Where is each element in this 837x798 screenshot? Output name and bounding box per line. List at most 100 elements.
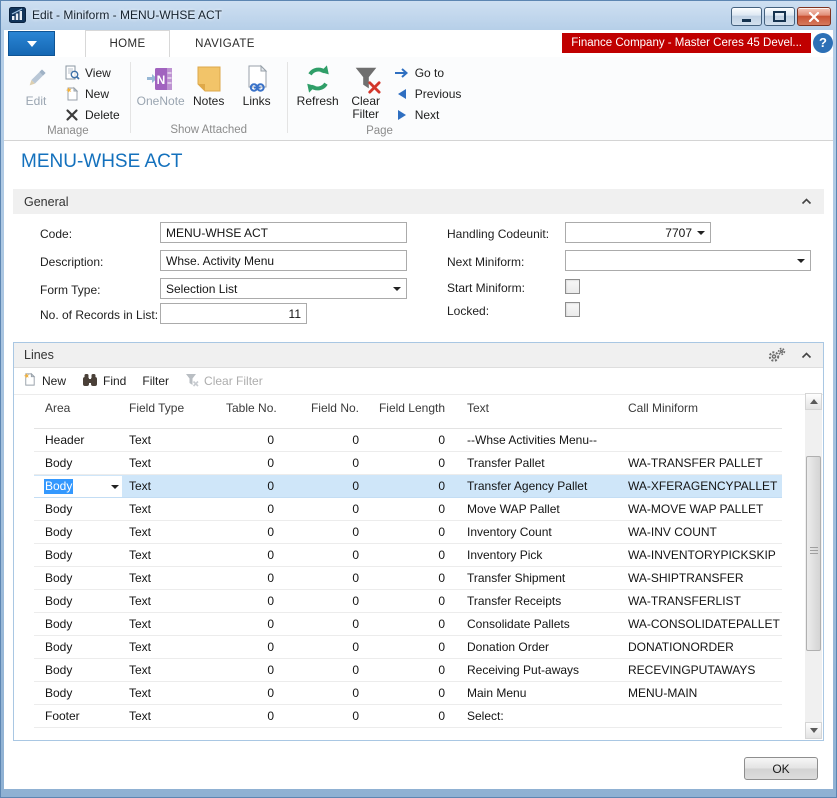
next-miniform-combobox[interactable] — [565, 250, 811, 271]
ok-button[interactable]: OK — [744, 757, 818, 780]
table-row[interactable]: FooterText000Select: — [34, 705, 782, 728]
settings-gears-icon[interactable] — [767, 347, 787, 363]
view-label: View — [85, 66, 111, 80]
column-header-field-length[interactable]: Field Length — [367, 395, 453, 428]
handling-codeunit-combobox[interactable]: 7707 — [565, 222, 711, 243]
cell-field-length: 0 — [367, 682, 453, 704]
cell-call-miniform: WA-SHIPTRANSFER — [626, 567, 782, 589]
table-row[interactable]: BodyText000Donation OrderDONATIONORDER — [34, 636, 782, 659]
scroll-up-button[interactable] — [805, 393, 822, 410]
lines-filter-label: Filter — [142, 374, 169, 388]
column-header-text[interactable]: Text — [453, 395, 626, 428]
lines-new-button[interactable]: New — [22, 372, 66, 390]
new-button[interactable]: New — [60, 84, 124, 104]
previous-button[interactable]: Previous — [390, 84, 466, 104]
column-header-call-miniform[interactable]: Call Miniform — [626, 395, 782, 428]
no-of-records-input[interactable] — [160, 303, 307, 324]
code-input[interactable] — [160, 222, 407, 243]
tab-navigate[interactable]: NAVIGATE — [170, 31, 280, 57]
goto-label: Go to — [415, 66, 444, 80]
refresh-button[interactable]: Refresh — [294, 61, 342, 108]
next-arrow-icon — [394, 109, 410, 121]
cell-field-length: 0 — [367, 567, 453, 589]
start-miniform-checkbox[interactable] — [565, 279, 580, 294]
general-section-header[interactable]: General — [13, 189, 824, 214]
group-label-page: Page — [294, 125, 466, 141]
help-icon[interactable]: ? — [813, 33, 833, 53]
next-button[interactable]: Next — [390, 105, 466, 125]
maximize-button[interactable] — [764, 7, 795, 26]
lines-clear-filter-button[interactable]: Clear Filter — [185, 373, 263, 390]
lines-find-button[interactable]: Find — [82, 373, 126, 390]
table-row[interactable]: BodyText000Inventory CountWA-INV COUNT — [34, 521, 782, 544]
form-type-value: Selection List — [161, 282, 393, 296]
table-row[interactable]: BodyText000Transfer ShipmentWA-SHIPTRANS… — [34, 567, 782, 590]
cell-table-no: 0 — [226, 613, 282, 635]
cell-area: Body — [34, 659, 122, 681]
table-row[interactable]: BodyText000Transfer Agency PalletWA-XFER… — [34, 475, 782, 498]
cell-text: Select: — [453, 705, 626, 727]
table-row[interactable]: BodyText000Inventory PickWA-INVENTORYPIC… — [34, 544, 782, 567]
cell-area: Body — [34, 452, 122, 474]
area-combobox[interactable]: Body — [34, 476, 122, 497]
onenote-button[interactable]: N OneNote — [137, 61, 185, 108]
vertical-scrollbar[interactable] — [805, 393, 822, 739]
application-menu-button[interactable] — [8, 31, 55, 56]
cell-field-no: 0 — [282, 544, 367, 566]
company-badge[interactable]: Finance Company - Master Ceres 45 Devel.… — [562, 33, 811, 53]
column-header-table-no[interactable]: Table No. — [226, 395, 282, 428]
cell-field-length: 0 — [367, 521, 453, 543]
delete-x-icon — [64, 108, 80, 122]
lines-filter-button[interactable]: Filter — [142, 374, 169, 388]
cell-call-miniform: DONATIONORDER — [626, 636, 782, 658]
lines-table-body: HeaderText000--Whse Activities Menu--Bod… — [14, 429, 823, 728]
goto-arrow-icon — [394, 67, 410, 79]
minimize-button[interactable] — [731, 7, 762, 26]
cell-field-no: 0 — [282, 567, 367, 589]
cell-call-miniform: WA-XFERAGENCYPALLET — [626, 475, 782, 497]
cell-area: Body — [34, 567, 122, 589]
goto-button[interactable]: Go to — [390, 63, 466, 83]
table-row[interactable]: BodyText000Transfer PalletWA-TRANSFER PA… — [34, 452, 782, 475]
table-row[interactable]: HeaderText000--Whse Activities Menu-- — [34, 429, 782, 452]
cell-field-type: Text — [122, 705, 226, 727]
delete-button[interactable]: Delete — [60, 105, 124, 125]
column-header-area[interactable]: Area — [34, 395, 122, 428]
table-row[interactable]: BodyText000Transfer ReceiptsWA-TRANSFERL… — [34, 590, 782, 613]
cell-field-type: Text — [122, 613, 226, 635]
edit-button[interactable]: Edit — [12, 61, 60, 108]
cell-field-no: 0 — [282, 613, 367, 635]
app-window: Edit - Miniform - MENU-WHSE ACT HOME NAV… — [0, 0, 837, 798]
close-button[interactable] — [797, 7, 831, 26]
lines-section-header[interactable]: Lines — [14, 343, 823, 368]
cell-field-length: 0 — [367, 636, 453, 658]
collapse-chevron-icon[interactable] — [801, 198, 812, 205]
tab-home[interactable]: HOME — [85, 30, 170, 57]
titlebar[interactable]: Edit - Miniform - MENU-WHSE ACT — [0, 0, 837, 30]
cell-text: Transfer Receipts — [453, 590, 626, 612]
cell-field-length: 0 — [367, 475, 453, 497]
handling-codeunit-label: Handling Codeunit: — [447, 227, 549, 241]
collapse-chevron-icon[interactable] — [801, 352, 812, 359]
scroll-down-button[interactable] — [805, 722, 822, 739]
locked-checkbox[interactable] — [565, 302, 580, 317]
clear-filter-button[interactable]: Clear Filter — [342, 61, 390, 121]
cell-field-type: Text — [122, 636, 226, 658]
table-row[interactable]: BodyText000Main MenuMENU-MAIN — [34, 682, 782, 705]
column-header-field-no[interactable]: Field No. — [282, 395, 367, 428]
description-input[interactable] — [160, 250, 407, 271]
cell-text: Transfer Shipment — [453, 567, 626, 589]
view-document-icon — [64, 65, 80, 81]
table-row[interactable]: BodyText000Move WAP PalletWA-MOVE WAP PA… — [34, 498, 782, 521]
form-type-combobox[interactable]: Selection List — [160, 278, 407, 299]
scrollbar-thumb[interactable] — [806, 456, 821, 651]
column-header-field-type[interactable]: Field Type — [122, 395, 226, 428]
chevron-down-icon[interactable] — [111, 485, 119, 489]
notes-button[interactable]: Notes — [185, 61, 233, 108]
previous-label: Previous — [415, 87, 462, 101]
cell-text: Transfer Agency Pallet — [453, 475, 626, 497]
table-row[interactable]: BodyText000Consolidate PalletsWA-CONSOLI… — [34, 613, 782, 636]
table-row[interactable]: BodyText000Receiving Put-awaysRECEVINGPU… — [34, 659, 782, 682]
links-button[interactable]: Links — [233, 61, 281, 108]
view-button[interactable]: View — [60, 63, 124, 83]
